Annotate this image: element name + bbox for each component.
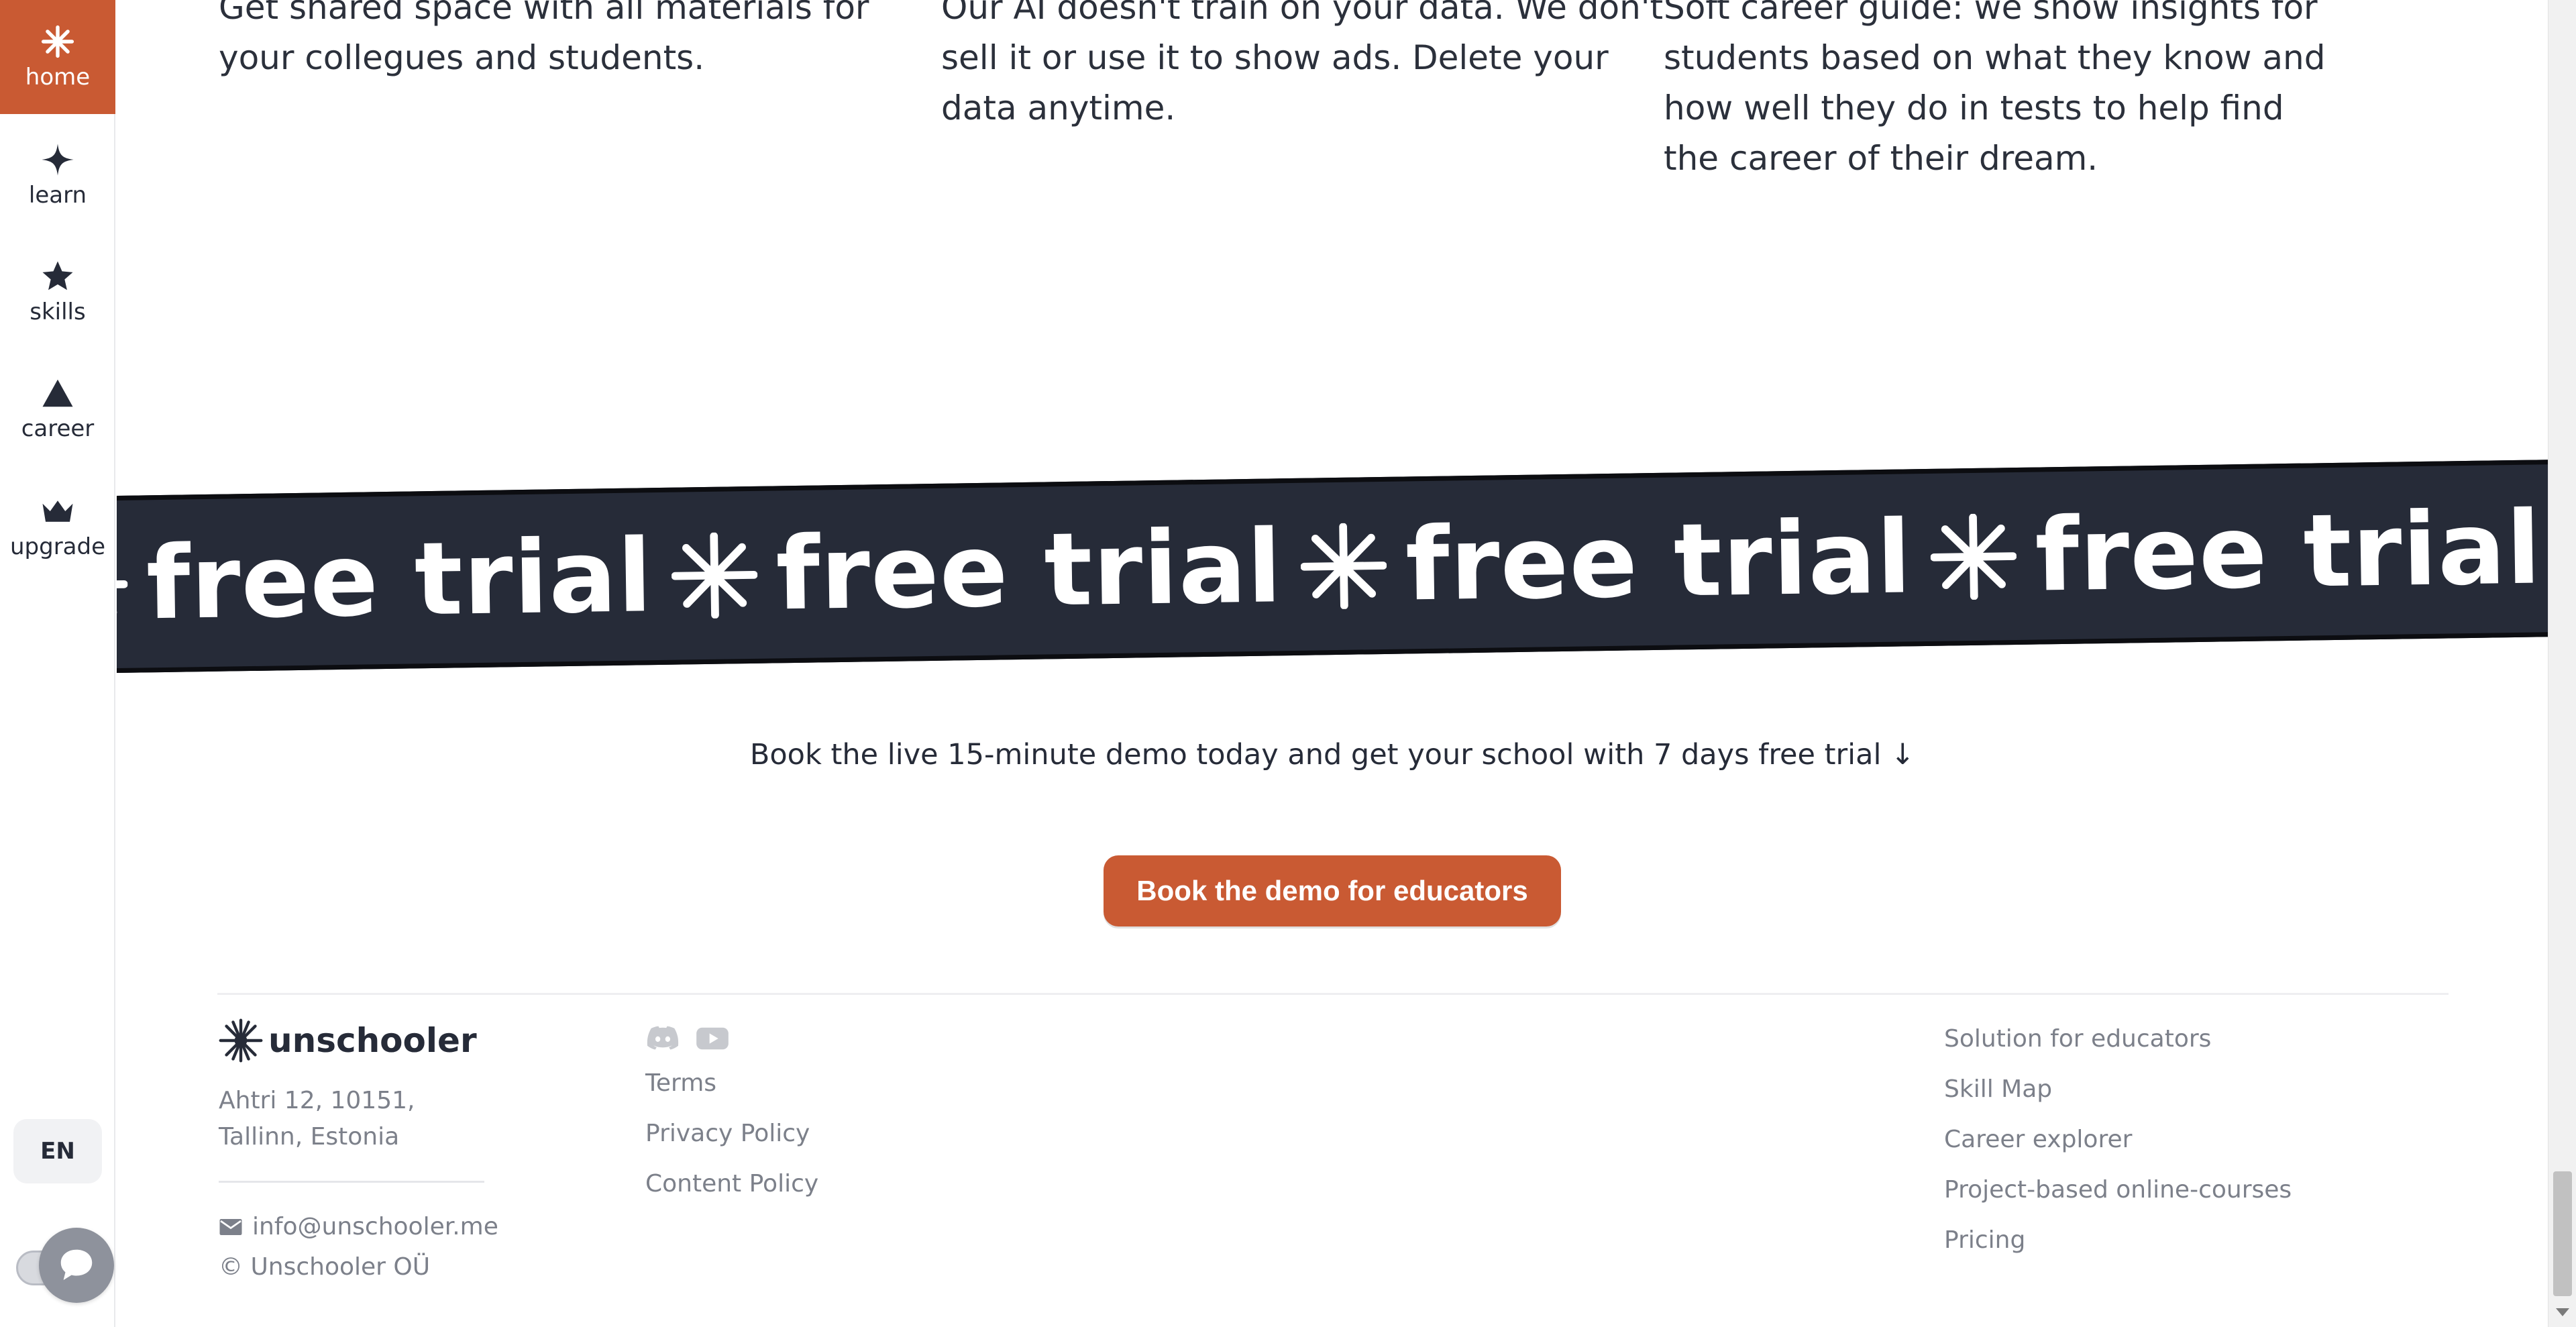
sidebar-item-career[interactable]: career <box>0 352 115 466</box>
scroll-down-arrow-icon[interactable] <box>2556 1308 2569 1316</box>
footer-divider <box>217 993 2449 995</box>
address-line: Ahtri 12, 10151, <box>219 1087 415 1114</box>
ribbon-marquee: free trial free trial free trial free tr… <box>117 470 2548 644</box>
ribbon-text: free trial <box>2034 490 2542 615</box>
language-button[interactable]: EN <box>13 1119 102 1183</box>
sparkle-icon <box>41 25 74 58</box>
sparkle-icon <box>117 553 128 617</box>
chat-icon <box>60 1249 93 1280</box>
footer-links-product: Solution for educators Skill Map Career … <box>1944 1024 2292 1275</box>
address-divider <box>219 1181 484 1183</box>
sidebar-item-learn[interactable]: learn <box>0 118 115 232</box>
social-links <box>645 1024 730 1053</box>
ribbon-band: free trial free trial free trial free tr… <box>117 459 2548 674</box>
feature-shared-space: Get shared space with all materials for … <box>219 0 869 77</box>
mail-icon <box>219 1218 242 1235</box>
sparkle-icon <box>1930 513 2017 600</box>
address-line: Tallinn, Estonia <box>219 1123 400 1151</box>
star-icon <box>42 261 73 290</box>
link-project-based-courses[interactable]: Project-based online-courses <box>1944 1175 2292 1225</box>
link-pricing[interactable]: Pricing <box>1944 1225 2292 1275</box>
ribbon-text: free trial <box>145 518 654 643</box>
triangle-icon <box>42 379 73 407</box>
sidebar-item-skills[interactable]: skills <box>0 235 115 349</box>
footer-email[interactable]: info@unschooler.me <box>219 1213 498 1240</box>
chat-button[interactable] <box>39 1228 114 1303</box>
sparkle-logo-icon <box>219 1018 263 1063</box>
ribbon-text: free trial <box>775 509 1283 633</box>
sparkle-icon <box>1300 523 1387 610</box>
footer-logo[interactable]: unschooler <box>219 1018 477 1063</box>
sidebar-item-upgrade[interactable]: upgrade <box>0 470 115 584</box>
demo-cta-text: Book the live 15-minute demo today and g… <box>749 738 1915 772</box>
book-demo-button[interactable]: Book the demo for educators <box>1104 855 1561 926</box>
sidebar-item-label: skills <box>30 299 86 325</box>
footer-links-legal: Terms Privacy Policy Content Policy <box>645 1068 818 1219</box>
link-terms[interactable]: Terms <box>645 1068 818 1118</box>
copyright: © Unschooler OÜ <box>219 1253 431 1281</box>
link-content-policy[interactable]: Content Policy <box>645 1169 818 1219</box>
sidebar-item-label: home <box>25 64 91 91</box>
crown-icon <box>42 500 73 522</box>
link-career-explorer[interactable]: Career explorer <box>1944 1124 2292 1175</box>
link-privacy-policy[interactable]: Privacy Policy <box>645 1118 818 1169</box>
sparkle-icon <box>671 532 758 619</box>
sidebar-item-label: career <box>21 415 95 442</box>
sidebar-item-home[interactable]: home <box>0 0 115 114</box>
sidebar: home learn skills career upgrade EN <box>0 0 115 1327</box>
ribbon-text: free trial <box>1405 499 1913 624</box>
discord-icon[interactable] <box>645 1024 680 1053</box>
feature-career-guide: Soft career guide: we show insights for … <box>1664 0 2326 178</box>
footer-address: Ahtri 12, 10151, Tallinn, Estonia <box>219 1083 415 1155</box>
sidebar-item-label: upgrade <box>9 533 106 560</box>
feature-data-privacy: Our AI doesn't train on your data. We do… <box>941 0 1664 127</box>
brand-name: unschooler <box>268 1021 477 1060</box>
email-address: info@unschooler.me <box>252 1213 498 1240</box>
link-skill-map[interactable]: Skill Map <box>1944 1074 2292 1124</box>
page-scrollbar[interactable] <box>2548 0 2576 1327</box>
four-point-star-icon <box>42 144 74 176</box>
scrollbar-thumb[interactable] <box>2553 1171 2572 1296</box>
youtube-icon[interactable] <box>695 1024 730 1053</box>
free-trial-ribbon: free trial free trial free trial free tr… <box>117 456 2548 684</box>
sidebar-item-label: learn <box>28 182 87 209</box>
link-solution-for-educators[interactable]: Solution for educators <box>1944 1024 2292 1074</box>
